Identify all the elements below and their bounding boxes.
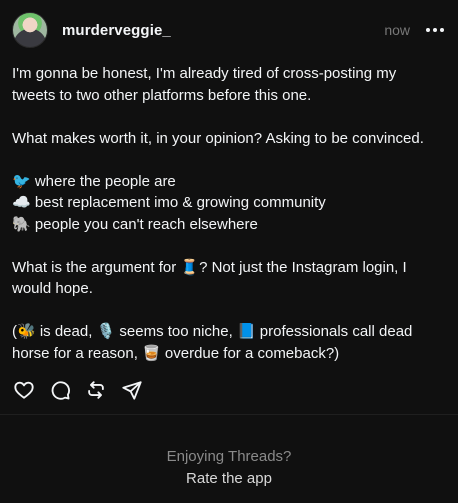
post-actions xyxy=(12,378,156,402)
post-line: would hope. xyxy=(12,280,93,297)
post-paragraph: I'm gonna be honest, I'm already tired o… xyxy=(12,63,442,106)
post-line: (🐝 is dead, 🎙️ seems too niche, 📘 profes… xyxy=(12,323,413,340)
post-line: 🐦 where the people are xyxy=(12,172,176,190)
post-paragraph: What makes worth it, in your opinion? As… xyxy=(12,128,442,150)
reply-button[interactable] xyxy=(48,378,72,402)
thread-post: murderveggie_ now I'm gonna be honest, I… xyxy=(0,0,458,412)
heart-icon xyxy=(14,381,34,399)
repost-button[interactable] xyxy=(84,378,108,402)
send-icon xyxy=(122,381,142,400)
comment-icon xyxy=(51,381,70,400)
enjoying-threads-text: Enjoying Threads? xyxy=(166,448,292,465)
post-paragraph: What is the argument for 🧵? Not just the… xyxy=(12,257,442,300)
post-line: horse for a reason, 🥃 overdue for a come… xyxy=(12,344,340,362)
username[interactable]: murderveggie_ xyxy=(62,22,171,39)
post-timestamp: now xyxy=(384,22,410,38)
avatar[interactable] xyxy=(12,12,48,48)
like-button[interactable] xyxy=(12,378,36,402)
divider xyxy=(0,414,458,415)
post-line: tweets to two other platforms before thi… xyxy=(12,86,312,104)
app-rating-prompt: Enjoying Threads? Rate the app xyxy=(0,446,458,490)
more-options-icon[interactable] xyxy=(424,20,446,40)
post-header: murderveggie_ now xyxy=(12,12,446,48)
post-line: I'm gonna be honest, I'm already tired o… xyxy=(12,65,397,82)
repost-icon xyxy=(88,381,104,399)
post-line: What makes worth it, in your opinion? As… xyxy=(12,129,424,147)
post-line: 🐘 people you can't reach elsewhere xyxy=(12,215,258,233)
post-paragraph: 🐦 where the people are ☁️ best replaceme… xyxy=(12,171,442,236)
post-line: What is the argument for 🧵? Not just the… xyxy=(12,258,407,276)
share-button[interactable] xyxy=(120,378,144,402)
post-paragraph: (🐝 is dead, 🎙️ seems too niche, 📘 profes… xyxy=(12,321,442,364)
post-line: ☁️ best replacement imo & growing commun… xyxy=(12,194,326,211)
rate-app-link[interactable]: Rate the app xyxy=(0,468,458,490)
post-text: I'm gonna be honest, I'm already tired o… xyxy=(12,63,442,386)
